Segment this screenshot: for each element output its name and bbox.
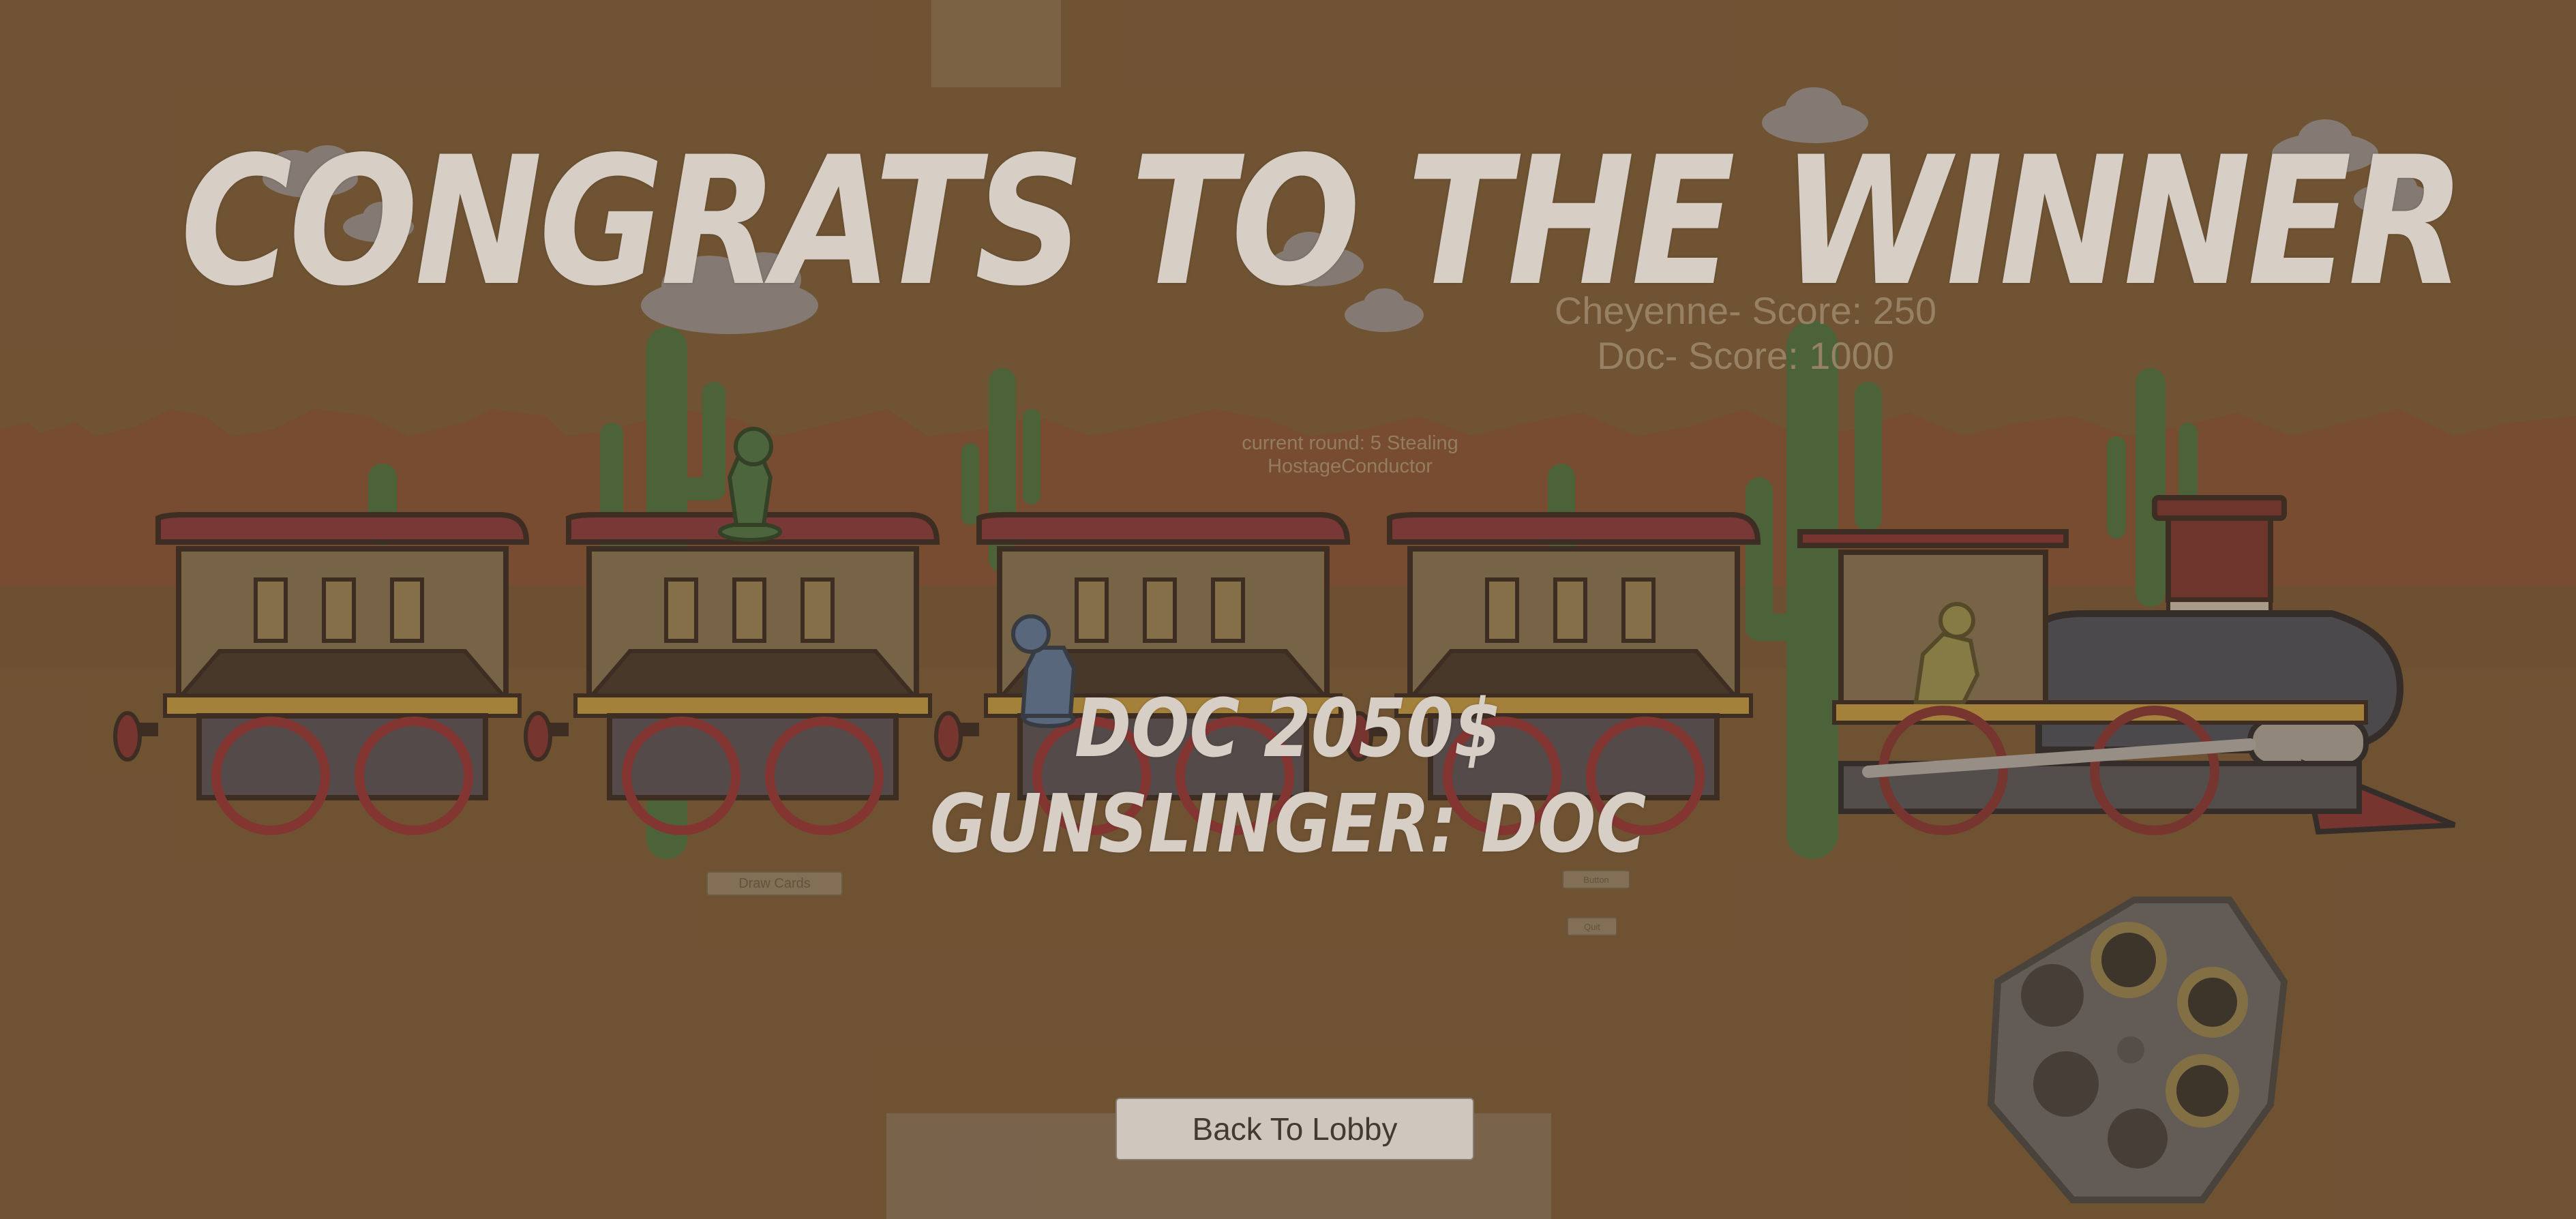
current-round-label: current round: 5 Stealing — [1242, 432, 1458, 454]
draw-cards-button[interactable]: Draw Cards — [706, 871, 843, 896]
top-panel — [931, 0, 1061, 87]
winner-money-text: DOC 2050$ — [1075, 681, 1501, 775]
generic-button[interactable]: Button — [1562, 870, 1630, 889]
gunslinger-text: GUNSLINGER: DOC — [929, 777, 1647, 871]
score-doc: Doc- Score: 1000 — [1597, 334, 1894, 377]
quit-button[interactable]: Quit — [1567, 917, 1617, 936]
page-title: CONGRATS TO THE WINNER — [180, 119, 2465, 325]
back-to-lobby-button[interactable]: Back To Lobby — [1115, 1098, 1474, 1160]
score-cheyenne: Cheyenne- Score: 250 — [1554, 289, 1937, 332]
current-action-label: HostageConductor — [1268, 455, 1433, 477]
